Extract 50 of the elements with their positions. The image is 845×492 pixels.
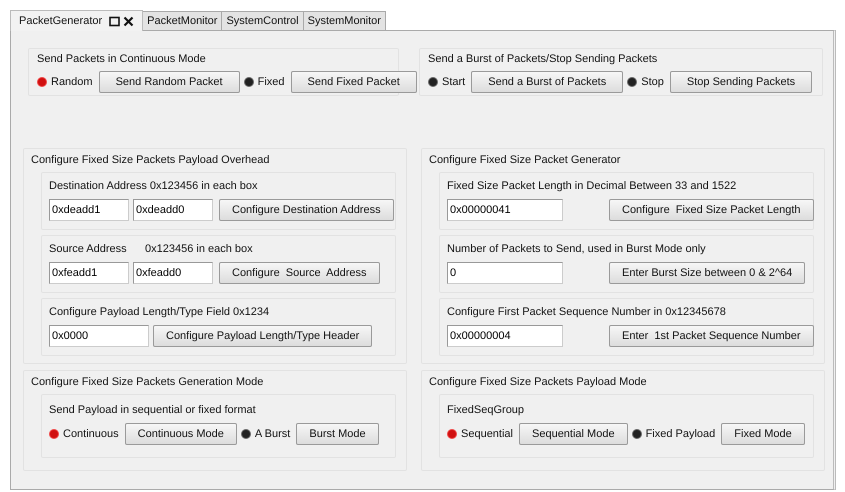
action-button[interactable]: Send Fixed Packet: [290, 71, 417, 93]
group-title: Configure Fixed Size Packet Generator: [429, 153, 622, 168]
indicator-label: Continuous: [63, 428, 119, 440]
indicator-label: Start: [442, 76, 466, 88]
input-field[interactable]: 0: [447, 262, 563, 284]
group-title: Configure Payload Length/Type Field 0x1234: [49, 305, 270, 320]
tab[interactable]: PacketMonitor: [142, 11, 222, 30]
group-title: Send Packets in Continuous Mode: [37, 52, 207, 67]
tab[interactable]: SystemMonitor: [302, 11, 386, 30]
action-button[interactable]: Enter Burst Size between 0 & 2^64: [609, 262, 806, 284]
tab[interactable]: SystemControl: [221, 11, 304, 30]
group-title: Destination Address 0x123456 in each box: [49, 179, 259, 194]
action-button[interactable]: Burst Mode: [296, 423, 379, 445]
input-field[interactable]: 0x0000: [49, 325, 149, 347]
group-title: FixedSeqGroup: [447, 403, 526, 418]
indicator-label: A Burst: [254, 428, 290, 440]
action-button[interactable]: Configure Destination Address: [219, 199, 394, 221]
action-button[interactable]: Configure Fixed Size Packet Length: [609, 199, 814, 221]
group-title: Number of Packets to Send, used in Burst Mode only: [447, 242, 707, 257]
group-title: Configure First Packet Sequence Number in 0x12345678: [447, 305, 727, 320]
input-field[interactable]: 0xdeadd1: [49, 199, 129, 221]
action-button[interactable]: Enter 1st Packet Sequence Number: [609, 325, 814, 347]
input-field[interactable]: 0xfeadd1: [49, 262, 129, 284]
action-button[interactable]: Sequential Mode: [519, 423, 628, 445]
close-icon[interactable]: [123, 16, 134, 26]
input-field[interactable]: 0xdeadd0: [133, 199, 213, 221]
action-button[interactable]: Fixed Mode: [721, 423, 805, 445]
maximize-icon[interactable]: [109, 16, 120, 26]
action-button[interactable]: Configure Payload Length/Type Header: [153, 325, 372, 347]
group-title: Configure Fixed Size Packets Payload Overhead: [31, 153, 270, 168]
indicator-label: Sequential: [461, 428, 513, 440]
action-button[interactable]: Send a Burst of Packets: [471, 71, 624, 93]
action-button[interactable]: Stop Sending Packets: [670, 71, 812, 93]
indicator-label: Stop: [641, 76, 664, 88]
indicator-label: Fixed: [258, 76, 284, 88]
group-title: Send Payload in sequential or fixed format: [49, 403, 257, 418]
group-title: Send a Burst of Packets/Stop Sending Packets: [428, 52, 658, 67]
group-title: Fixed Size Packet Length in Decimal Between 33 and 1522: [447, 179, 738, 194]
action-button[interactable]: Configure Source Address: [219, 262, 380, 284]
group-title: Configure Fixed Size Packets Generation Mode: [31, 375, 264, 390]
tab[interactable]: PacketGenerator: [10, 10, 144, 31]
action-button[interactable]: Continuous Mode: [124, 423, 237, 445]
input-field[interactable]: 0xfeadd0: [133, 262, 213, 284]
input-field[interactable]: 0x00000041: [447, 199, 563, 221]
action-button[interactable]: Send Random Packet: [98, 71, 240, 93]
group-title: Configure Fixed Size Packets Payload Mode: [429, 375, 648, 390]
indicator-label: Fixed Payload: [646, 428, 716, 440]
group-title: Source Address 0x123456 in each box: [49, 242, 254, 257]
input-field[interactable]: 0x00000004: [447, 325, 563, 347]
indicator-label: Random: [51, 76, 93, 88]
